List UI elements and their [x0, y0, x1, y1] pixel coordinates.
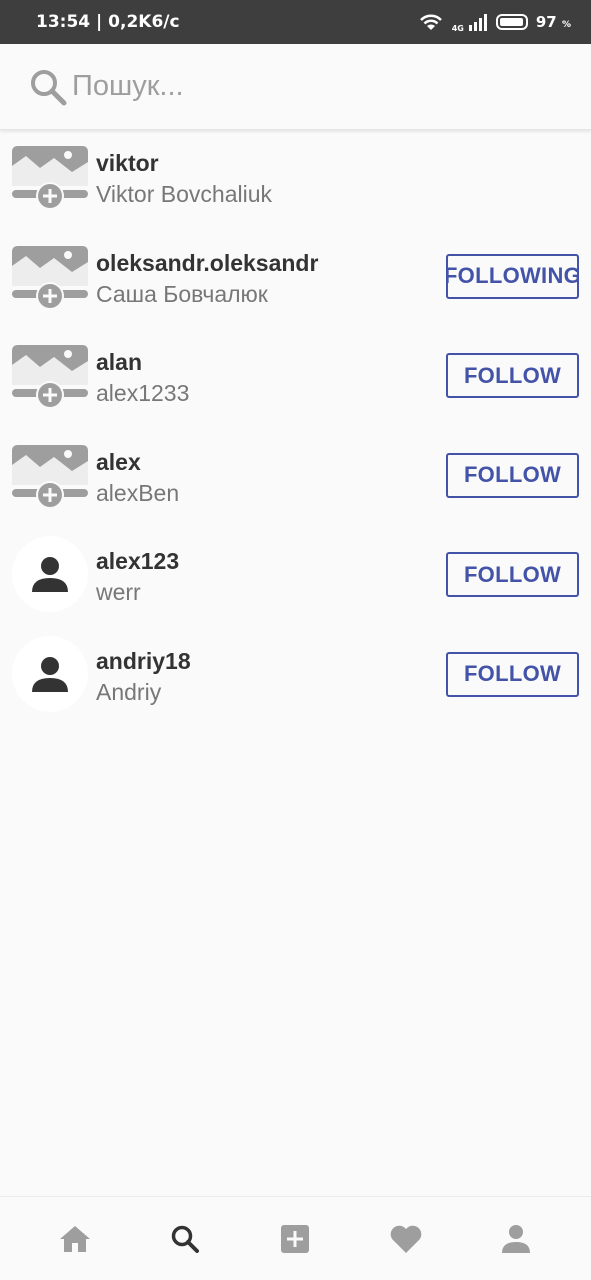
follow-button[interactable]: FOLLOW	[446, 353, 579, 398]
image-add-icon	[12, 345, 88, 409]
home-icon	[60, 1225, 91, 1252]
username: alex	[96, 448, 141, 475]
person-icon	[32, 656, 68, 692]
follow-button[interactable]: FOLLOW	[446, 651, 579, 697]
full-name: Саша Бовчалюк	[96, 280, 268, 307]
image-add-icon	[12, 146, 88, 210]
user-info: viktor Viktor Bovchaliuk	[96, 149, 272, 211]
nav-home[interactable]	[45, 1209, 105, 1269]
list-item[interactable]: andriy18 Andriy FOLLOW	[0, 628, 591, 728]
nav-add[interactable]	[265, 1209, 325, 1269]
username: andriy18	[96, 647, 191, 674]
list-item[interactable]: viktor Viktor Bovchaliuk	[0, 130, 591, 230]
user-info: alex alexBen	[96, 448, 179, 510]
username: alan	[96, 349, 143, 375]
image-add-icon	[12, 245, 88, 310]
status-bar: 13:54 | 0,2K6/c 4G 97 %	[0, 0, 591, 44]
battery-level-fill	[499, 18, 524, 26]
full-name: alex1233	[96, 380, 190, 406]
search-bar	[0, 44, 591, 130]
avatar	[12, 536, 88, 612]
user-info: andriy18 Andriy	[96, 647, 191, 709]
profile-icon	[501, 1224, 530, 1253]
status-icons: 4G 97 %	[418, 11, 571, 33]
search-input[interactable]	[72, 70, 552, 103]
full-name: Viktor Bovchaliuk	[96, 181, 272, 207]
list-item[interactable]: alex123 werr FOLLOW	[0, 528, 591, 628]
user-list: viktor Viktor Bovchaliuk oleksandr.oleks…	[0, 130, 591, 727]
battery-icon	[495, 14, 528, 30]
list-item[interactable]: oleksandr.oleksandr Саша Бовчалюк FOLLOW…	[0, 230, 591, 330]
avatar	[12, 635, 88, 712]
image-add-icon	[12, 444, 88, 509]
user-info: alan alex1233	[96, 348, 189, 410]
search-icon	[172, 1225, 200, 1253]
nav-activity[interactable]	[376, 1209, 436, 1269]
full-name: Andriy	[96, 678, 162, 705]
list-item[interactable]: alex alexBen FOLLOW	[0, 429, 591, 529]
list-item[interactable]: alan alex1233 FOLLOW	[0, 329, 591, 429]
username: alex123	[96, 548, 180, 574]
nav-search[interactable]	[155, 1209, 215, 1269]
full-name: werr	[96, 579, 141, 605]
person-icon	[32, 557, 68, 592]
username: viktor	[96, 150, 159, 176]
bottom-navigation	[0, 1196, 591, 1280]
wifi-icon	[419, 14, 442, 30]
nav-profile[interactable]	[486, 1209, 546, 1269]
follow-button[interactable]: FOLLOW	[446, 552, 579, 597]
username: oleksandr.oleksandr	[96, 249, 319, 276]
full-name: alexBen	[96, 479, 180, 506]
signal-icon	[468, 14, 487, 31]
add-box-icon	[281, 1224, 310, 1253]
search-icon	[31, 69, 67, 105]
network-type: 4G	[451, 24, 464, 33]
follow-button[interactable]: FOLLOW	[446, 452, 579, 498]
user-info: oleksandr.oleksandr Саша Бовчалюк	[96, 249, 318, 311]
status-time: 13:54 | 0,2K6/c	[36, 12, 180, 32]
heart-icon	[390, 1225, 421, 1253]
battery-percentage: 97 %	[535, 13, 571, 31]
user-info: alex123 werr	[96, 547, 179, 609]
following-button[interactable]: FOLLOWING	[446, 253, 579, 299]
